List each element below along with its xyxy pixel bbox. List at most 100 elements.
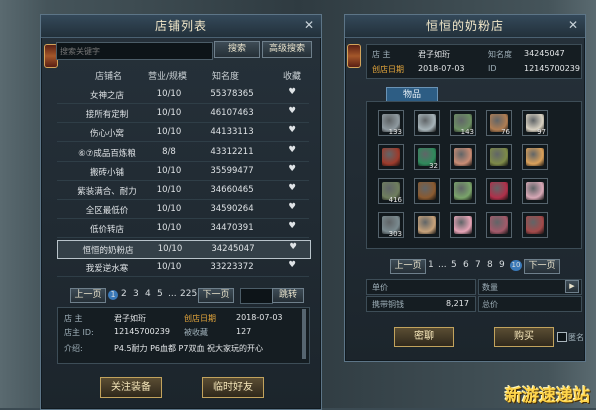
shop-name: ⑥⑦成品百炼粮	[78, 148, 136, 159]
item-slot[interactable]: 143	[450, 110, 476, 136]
shop-fame: 34245047	[211, 243, 255, 254]
item-slot[interactable]	[378, 144, 404, 170]
shop-page-7[interactable]: 7	[475, 260, 481, 270]
owner-id: 12145700239	[114, 327, 170, 336]
boot-icon	[526, 216, 544, 234]
page-4[interactable]: 4	[145, 289, 151, 299]
whisper-button[interactable]: 密聊	[394, 327, 454, 347]
quantity-max-button[interactable]: ▶	[565, 280, 579, 293]
item-slot[interactable]	[486, 144, 512, 170]
table-row[interactable]: 伤心小窝 10/10 44133113 ♥	[57, 124, 309, 143]
shop-page-9[interactable]: 9	[499, 260, 505, 270]
shop-page-ellipsis: ...	[438, 260, 447, 270]
shop-next-page-button[interactable]: 下一页	[524, 259, 560, 274]
shop-scale: 10/10	[156, 165, 182, 176]
item-slot[interactable]	[522, 144, 548, 170]
item-slot[interactable]	[414, 110, 440, 136]
item-slot[interactable]: 32	[414, 144, 440, 170]
info-scrollbar[interactable]	[302, 309, 306, 359]
col-shop-name: 店铺名	[95, 72, 123, 82]
blossom-icon	[454, 216, 472, 234]
shop-titlebar: 恒恒的奶粉店	[345, 15, 585, 38]
shop-scale: 10/10	[156, 89, 182, 99]
close-icon[interactable]: ✕	[565, 17, 581, 33]
shop-fame: 33223372	[210, 261, 254, 272]
item-slot[interactable]	[450, 212, 476, 238]
table-row[interactable]: 我爱逆水寒 10/10 33223372 ♥	[57, 259, 309, 277]
item-slot[interactable]	[414, 178, 440, 204]
shop-fame: 44133113	[210, 127, 254, 138]
table-row[interactable]: ⑥⑦成品百炼粮 8/8 43312211 ♥	[57, 144, 309, 162]
shop-fame: 35599477	[210, 165, 254, 176]
temp-friend-button[interactable]: 临时好友	[202, 377, 264, 398]
close-icon[interactable]: ✕	[301, 17, 317, 33]
item-count: 303	[388, 230, 402, 238]
item-count: 416	[388, 196, 402, 204]
follow-button[interactable]: 关注装备	[100, 377, 162, 398]
shop-prev-page-button[interactable]: 上一页	[390, 259, 426, 274]
item-slot[interactable]: 303	[378, 212, 404, 238]
item-slot[interactable]	[414, 212, 440, 238]
page-225[interactable]: 225	[180, 289, 197, 299]
page-2[interactable]: 2	[121, 289, 127, 299]
anonymous-checkbox[interactable]	[557, 332, 567, 342]
heart-icon[interactable]: ♥	[285, 87, 299, 97]
item-slot[interactable]: 97	[522, 110, 548, 136]
heart-icon[interactable]: ♥	[286, 242, 300, 252]
shop-fame: 34245047	[524, 49, 565, 58]
table-row[interactable]: 接所有定制 10/10 46107463 ♥	[57, 105, 309, 124]
jump-page-input[interactable]	[240, 288, 273, 304]
flower-icon	[454, 182, 472, 200]
prev-page-button[interactable]: 上一页	[70, 288, 106, 303]
heart-icon[interactable]: ♥	[285, 221, 299, 231]
next-page-button[interactable]: 下一页	[198, 288, 234, 303]
item-slot[interactable]	[486, 178, 512, 204]
item-slot[interactable]	[450, 178, 476, 204]
item-slot[interactable]	[486, 212, 512, 238]
shop-page-5[interactable]: 5	[451, 260, 457, 270]
table-row[interactable]: 低价转店 10/10 34470391 ♥	[57, 220, 309, 239]
heart-icon[interactable]: ♥	[285, 125, 299, 135]
page-1[interactable]: 1	[108, 290, 118, 300]
shop-page-8[interactable]: 8	[487, 260, 493, 270]
heart-icon[interactable]: ♥	[285, 164, 299, 174]
page-3[interactable]: 3	[133, 289, 139, 299]
heart-icon[interactable]: ♥	[285, 202, 299, 212]
intro-text: P4.5耐力 P6血都 P7双血 祝大家玩的开心	[114, 344, 264, 353]
shop-name: 接所有定制	[85, 110, 129, 121]
heart-icon[interactable]: ♥	[285, 106, 299, 116]
shop-page-1[interactable]: 1	[428, 260, 434, 270]
search-input[interactable]	[56, 42, 213, 60]
item-slot[interactable]: 416	[378, 178, 404, 204]
shop-fame: 43312211	[210, 146, 254, 157]
shop-name: 搬砖小铺	[89, 167, 124, 178]
item-count: 76	[501, 128, 510, 136]
owner-label: 店 主	[64, 314, 83, 323]
table-row[interactable]: 全区最低价 10/10 34590264 ♥	[57, 201, 309, 220]
item-slot[interactable]	[450, 144, 476, 170]
jump-button[interactable]: 跳转	[272, 288, 304, 303]
item-slot[interactable]	[522, 178, 548, 204]
item-slot[interactable]: 133	[378, 110, 404, 136]
shop-page-6[interactable]: 6	[463, 260, 469, 270]
meat-icon	[382, 148, 400, 166]
item-count: 97	[537, 128, 546, 136]
shop-page-10[interactable]: 10	[510, 260, 522, 271]
table-row[interactable]: 恒恒的奶粉店 10/10 34245047 ♥	[57, 239, 311, 259]
item-slot[interactable]: 76	[486, 110, 512, 136]
heart-icon[interactable]: ♥	[285, 183, 299, 193]
buy-button[interactable]: 购买	[494, 327, 554, 347]
table-row[interactable]: 搬砖小铺 10/10 35599477 ♥	[57, 163, 309, 181]
advanced-search-button[interactable]: 高级搜索	[262, 41, 312, 58]
shop-name: 全区最低价	[85, 206, 129, 217]
heart-icon[interactable]: ♥	[285, 260, 299, 270]
heart-icon[interactable]: ♥	[285, 145, 299, 155]
item-slot[interactable]	[522, 212, 548, 238]
search-button[interactable]: 搜索	[214, 41, 260, 58]
table-row[interactable]: 女神之店 10/10 55378365 ♥	[57, 86, 309, 104]
created-date: 2018-07-03	[236, 313, 283, 322]
watermark-logo: 新游速递站	[505, 386, 590, 406]
table-row[interactable]: 紫装满合、耐力 10/10 34660465 ♥	[57, 182, 309, 200]
quantity-label: 数量	[482, 283, 498, 292]
page-5[interactable]: 5	[157, 289, 163, 299]
